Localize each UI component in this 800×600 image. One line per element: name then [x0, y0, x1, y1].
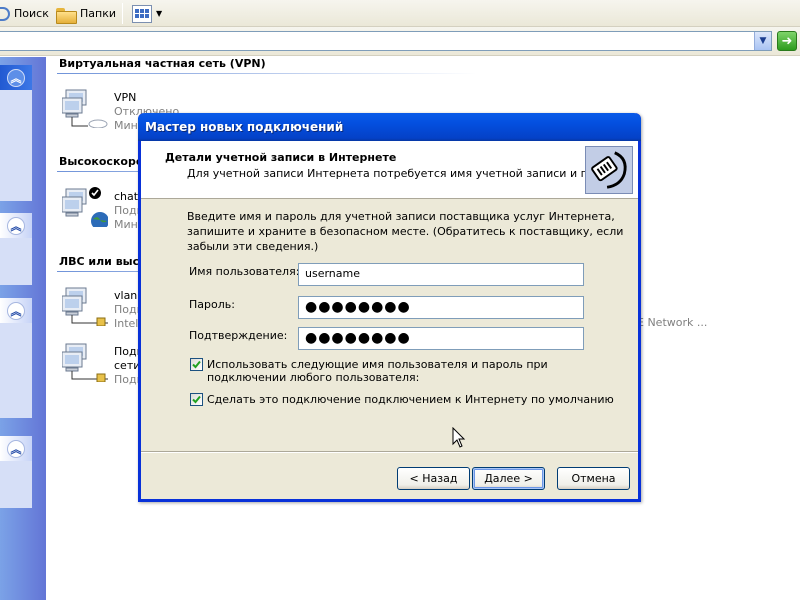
wizard-instructions: Введите имя и пароль для учетной записи … — [187, 210, 624, 253]
confirm-password-label: Подтверждение: — [189, 329, 288, 342]
new-connection-wizard-dialog: Мастер новых подключений Детали учетной … — [138, 113, 641, 502]
toolbar-separator — [122, 3, 123, 24]
password-label: Пароль: — [189, 298, 235, 311]
folder-icon — [56, 6, 77, 24]
collapse-chevron-icon[interactable]: ︽ — [7, 440, 25, 458]
default-connection-label[interactable]: Сделать это подключение подключением к И… — [207, 393, 617, 406]
task-pane-section: ︽ — [0, 65, 32, 201]
task-pane-section: ︽ — [0, 298, 32, 418]
connection-name: VPN — [114, 91, 137, 104]
collapse-chevron-icon[interactable]: ︽ — [7, 217, 25, 235]
dialog-titlebar[interactable]: Мастер новых подключений — [138, 113, 641, 141]
search-icon — [0, 6, 10, 21]
username-label: Имя пользователя: — [189, 265, 300, 278]
wizard-header-subtitle: Для учетной записи Интернета потребуется… — [187, 167, 626, 180]
password-input[interactable]: ●●●●●●●● — [298, 296, 584, 319]
folders-button[interactable]: Папки — [52, 3, 120, 24]
collapse-chevron-icon[interactable]: ︽ — [7, 69, 25, 87]
default-connection-checkbox[interactable] — [190, 393, 203, 406]
address-dropdown-button[interactable]: ▼ — [754, 32, 771, 50]
lan-connection-icon — [62, 343, 108, 382]
task-pane-section-header[interactable]: ︽ — [0, 213, 32, 238]
confirm-password-input[interactable]: ●●●●●●●● — [298, 327, 584, 350]
group-divider — [57, 73, 477, 74]
views-icon — [132, 4, 152, 23]
task-pane: ︽ ︽ ︽ ︽ — [0, 57, 46, 600]
use-for-all-users-checkbox[interactable] — [190, 358, 203, 371]
cancel-button[interactable]: Отмена — [557, 467, 630, 490]
back-button[interactable]: < Назад — [397, 467, 470, 490]
dialog-title: Мастер новых подключений — [145, 120, 344, 134]
views-button[interactable]: ▼ — [128, 3, 166, 24]
username-input[interactable]: username — [298, 263, 584, 286]
group-title-broadband: Высокоскоро — [59, 155, 144, 168]
checkmark-icon — [192, 360, 201, 369]
folders-button-label: Папки — [80, 7, 116, 20]
checkmark-icon — [192, 395, 201, 404]
search-button[interactable]: Поиск — [0, 3, 53, 24]
task-pane-section-header[interactable]: ︽ — [0, 436, 32, 461]
group-title-lan: ЛВС или высо — [59, 255, 147, 268]
mouse-cursor-icon — [452, 427, 466, 448]
task-pane-section-header[interactable]: ︽ — [0, 298, 32, 323]
connection-device: Intel — [114, 317, 139, 330]
wizard-header-title: Детали учетной записи в Интернете — [165, 151, 397, 164]
go-button[interactable]: ➜ — [777, 31, 797, 51]
task-pane-section: ︽ — [0, 213, 32, 285]
task-pane-section: ︽ — [0, 436, 32, 508]
dropdown-arrow-icon: ▼ — [156, 9, 163, 18]
button-area-divider — [141, 451, 638, 453]
connection-name-line2: сети — [114, 359, 141, 372]
address-bar: ▼ ➜ — [0, 27, 800, 56]
lan-connection-icon — [62, 287, 108, 326]
task-pane-section-header[interactable]: ︽ — [0, 65, 32, 90]
connection-name: chat — [114, 190, 139, 203]
go-arrow-icon: ➜ — [781, 33, 793, 49]
group-title-vpn: Виртуальная частная сеть (VPN) — [59, 57, 266, 70]
collapse-chevron-icon[interactable]: ︽ — [7, 302, 25, 320]
address-input[interactable]: ▼ — [0, 31, 772, 51]
use-for-all-users-label[interactable]: Использовать следующие имя пользователя … — [207, 358, 607, 384]
wizard-header: Детали учетной записи в Интернете Для уч… — [141, 141, 638, 199]
broadband-connection-icon — [62, 187, 108, 227]
network-cable-icon — [585, 146, 633, 194]
vpn-connection-icon — [62, 89, 108, 128]
explorer-toolbar: Поиск Папки ▼ — [0, 0, 800, 27]
connection-device-overflow: E Network ... — [637, 316, 708, 329]
next-button[interactable]: Далее > — [472, 467, 545, 490]
search-button-label: Поиск — [14, 7, 49, 20]
